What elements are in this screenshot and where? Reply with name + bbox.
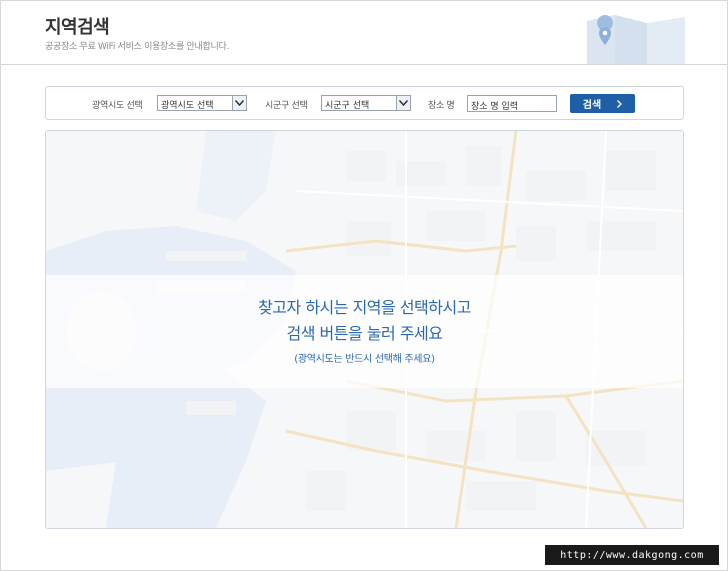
- district-select-value: 시군구 선택: [325, 101, 370, 111]
- map-message-band: 찾고자 하시는 지역을 선택하시고 검색 버튼을 눌러 주세요 (광역시도는 반…: [46, 275, 683, 388]
- page-subtitle: 공공장소 무료 WiFi 서비스 이용장소를 안내합니다.: [45, 42, 230, 52]
- district-select[interactable]: 시군구 선택: [321, 95, 411, 111]
- map-message-line2: 검색 버튼을 눌러 주세요: [286, 324, 443, 343]
- place-label: 장소 명: [428, 101, 455, 111]
- chevron-right-icon: [617, 99, 623, 108]
- watermark: http://www.dakgong.com: [545, 545, 719, 565]
- search-button-label: 검색: [582, 100, 602, 111]
- place-name-input-value: 장소 명 입력: [471, 102, 519, 112]
- search-bar: 광역시도 선택 광역시도 선택 시군구 선택 시군구 선택 장소 명 장소 명 …: [45, 86, 684, 120]
- place-name-input[interactable]: 장소 명 입력: [467, 95, 557, 112]
- chevron-down-icon: [396, 96, 410, 110]
- map-area[interactable]: 찾고자 하시는 지역을 선택하시고 검색 버튼을 눌러 주세요 (광역시도는 반…: [45, 130, 684, 529]
- page-header: 지역검색 공공장소 무료 WiFi 서비스 이용장소를 안내합니다.: [1, 1, 727, 65]
- map-pin-icon: [587, 15, 685, 64]
- province-label: 광역시도 선택: [92, 101, 143, 111]
- map-message-line1: 찾고자 하시는 지역을 선택하시고: [258, 298, 471, 317]
- chevron-down-icon: [232, 96, 246, 110]
- district-label: 시군구 선택: [265, 101, 308, 111]
- search-button[interactable]: 검색: [570, 94, 635, 113]
- province-select-value: 광역시도 선택: [161, 101, 214, 111]
- page-frame: 지역검색 공공장소 무료 WiFi 서비스 이용장소를 안내합니다. 광역시도 …: [0, 0, 728, 571]
- page-title: 지역검색: [45, 17, 110, 38]
- map-message-note: (광역시도는 반드시 선택해 주세요): [294, 354, 435, 365]
- province-select[interactable]: 광역시도 선택: [157, 95, 247, 111]
